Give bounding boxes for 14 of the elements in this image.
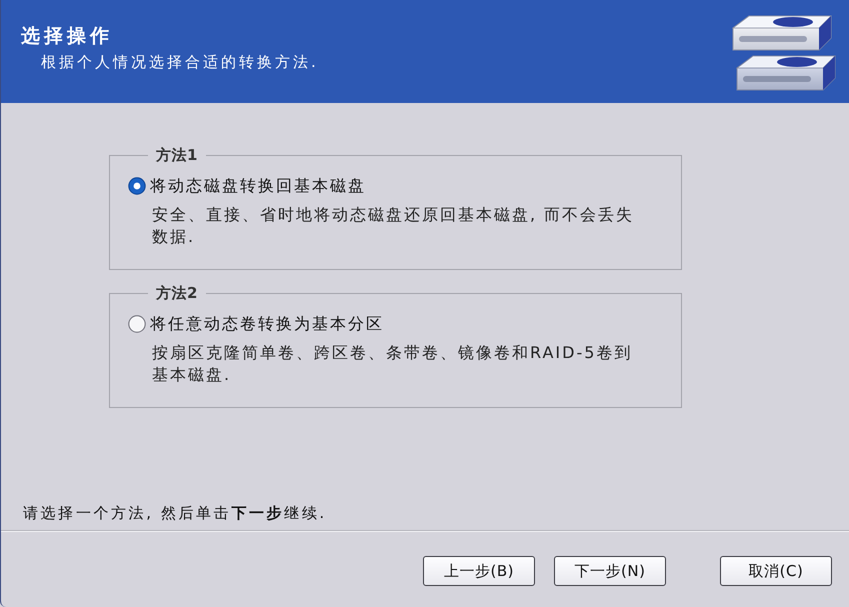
dialog-button[interactable]: 下一步(N) <box>554 556 666 586</box>
header-subtitle: 根据个人情况选择合适的转换方法. <box>40 52 319 72</box>
header-title: 选择操作 <box>21 24 114 48</box>
group-legend: 方法2 <box>148 284 206 302</box>
radio-button[interactable] <box>128 177 146 195</box>
option-description: 安全、直接、省时地将动态磁盘还原回基本磁盘, 而不会丢失数据. <box>152 204 636 248</box>
radio-label[interactable]: 将动态磁盘转换回基本磁盘 <box>150 176 366 196</box>
group-legend: 方法1 <box>148 146 206 164</box>
dialog-button[interactable]: 上一步(B) <box>423 556 535 586</box>
dialog-button[interactable]: 取消(C) <box>720 556 832 586</box>
radio-label[interactable]: 将任意动态卷转换为基本分区 <box>150 314 384 334</box>
radio-button[interactable] <box>128 315 146 333</box>
option-description: 按扇区克隆简单卷、跨区卷、条带卷、镜像卷和RAID-5卷到基本磁盘. <box>152 342 634 386</box>
instruction-text: 请选择一个方法, 然后单击下一步继续. <box>22 503 328 523</box>
